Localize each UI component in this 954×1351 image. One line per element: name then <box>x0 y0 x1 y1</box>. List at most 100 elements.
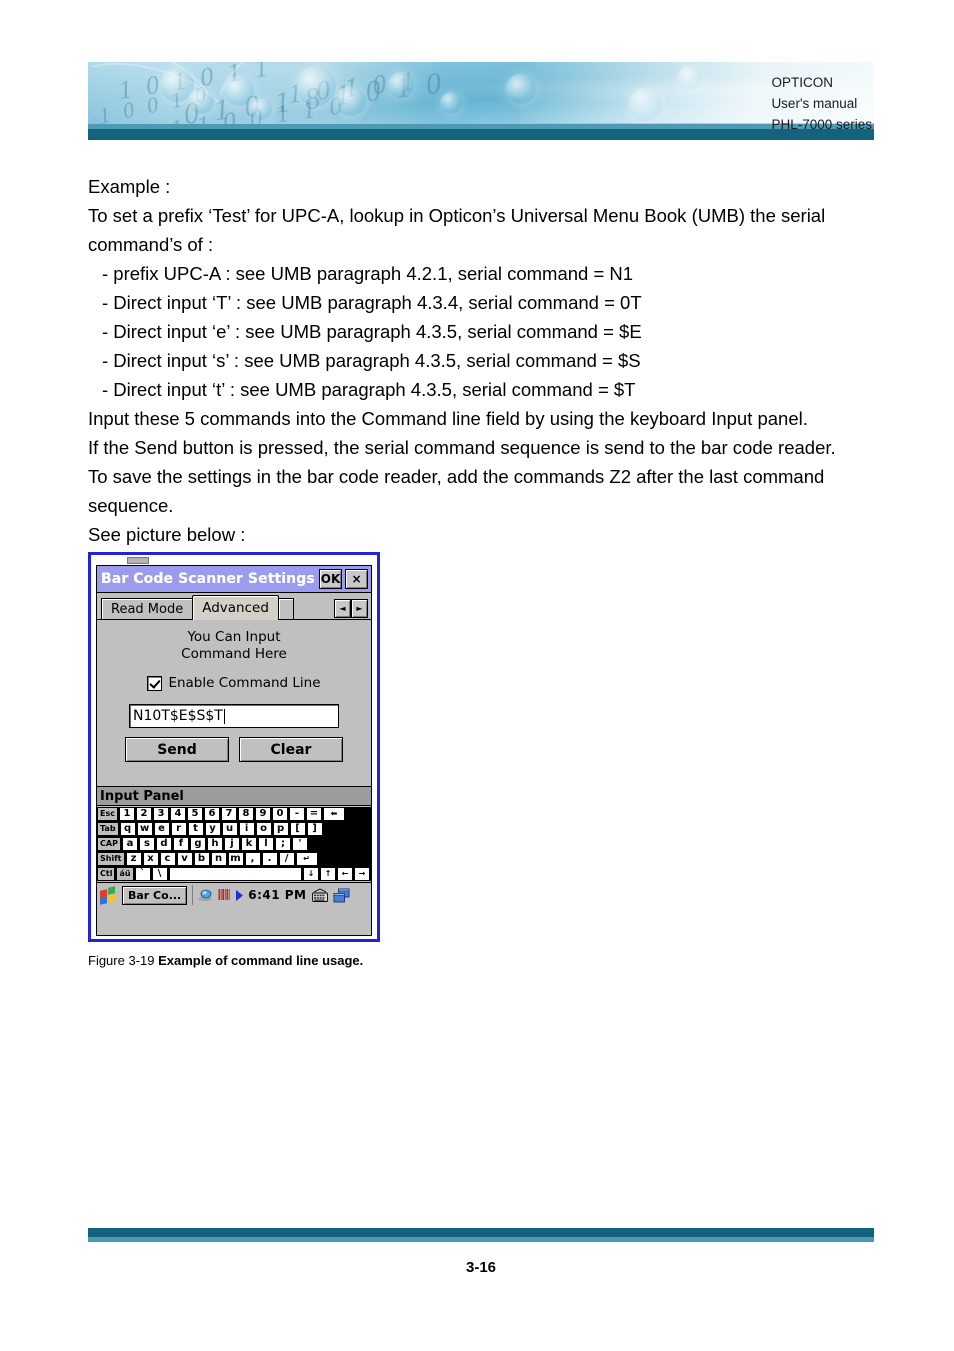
send-button[interactable]: Send <box>125 737 229 762</box>
key-k[interactable]: k <box>240 837 257 851</box>
keyboard-icon[interactable] <box>311 887 329 903</box>
key-accent[interactable]: áü <box>116 867 134 881</box>
key-n[interactable]: n <box>210 852 227 866</box>
key-d[interactable]: d <box>155 837 172 851</box>
key-5[interactable]: 5 <box>186 807 203 821</box>
tab-advanced[interactable]: Advanced <box>192 595 279 620</box>
pda-device-frame: Bar Code Scanner Settings OK × Read Mode… <box>88 552 380 942</box>
header-identification: OPTICON User's manual PHL-7000 series <box>771 72 872 135</box>
key-comma[interactable]: , <box>244 852 261 866</box>
key-3[interactable]: 3 <box>152 807 169 821</box>
key-r[interactable]: r <box>170 822 187 836</box>
key-a[interactable]: a <box>121 837 138 851</box>
switch-windows-icon[interactable] <box>333 888 350 903</box>
key-x[interactable]: x <box>142 852 159 866</box>
start-menu-icon[interactable] <box>99 885 119 905</box>
key-v[interactable]: v <box>176 852 193 866</box>
close-icon[interactable]: × <box>345 569 368 589</box>
key-esc[interactable]: Esc <box>97 807 118 821</box>
key-2[interactable]: 2 <box>135 807 152 821</box>
key-backtick[interactable]: ` <box>134 867 151 881</box>
key-f[interactable]: f <box>172 837 189 851</box>
key-t[interactable]: t <box>187 822 204 836</box>
key-l[interactable]: l <box>257 837 274 851</box>
key-tab[interactable]: Tab <box>97 822 119 836</box>
key-quote[interactable]: ' <box>291 837 308 851</box>
panel-buttons: Send Clear <box>97 737 371 762</box>
panel-hint-line2: Command Here <box>181 646 287 662</box>
key-e[interactable]: e <box>153 822 170 836</box>
key-0[interactable]: 0 <box>271 807 288 821</box>
enable-command-line-checkbox[interactable] <box>147 675 163 691</box>
tab-scroll-right-icon[interactable]: ► <box>351 599 368 618</box>
key-y[interactable]: y <box>204 822 221 836</box>
body-line: sequence. <box>88 495 174 516</box>
command-line-input[interactable]: N10T$E$S$T <box>129 704 339 728</box>
pda-screen: Bar Code Scanner Settings OK × Read Mode… <box>96 565 372 936</box>
key-c[interactable]: c <box>159 852 176 866</box>
taskbar-task-button[interactable]: Bar Co... <box>122 885 188 905</box>
key-backslash[interactable]: \ <box>151 867 168 881</box>
key-space[interactable] <box>168 867 302 881</box>
key-slash[interactable]: / <box>278 852 295 866</box>
text-caret <box>223 708 225 724</box>
body-line: To save the settings in the bar code rea… <box>88 466 825 487</box>
clock-time[interactable]: 6:41 PM <box>248 888 306 902</box>
key-w[interactable]: w <box>136 822 153 836</box>
key-ctrl[interactable]: Ctl <box>97 867 116 881</box>
key-arrow-right-icon[interactable]: → <box>354 867 370 881</box>
header-doc-type: User's manual <box>771 96 858 111</box>
key-h[interactable]: h <box>206 837 223 851</box>
ok-button[interactable]: OK <box>319 569 342 589</box>
key-s[interactable]: s <box>138 837 155 851</box>
key-arrow-up-icon[interactable]: ↑ <box>320 867 336 881</box>
pda-screenshot-figure: Bar Code Scanner Settings OK × Read Mode… <box>88 552 384 948</box>
figure-caption: Figure 3-19 Example of command line usag… <box>88 953 363 968</box>
key-semicolon[interactable]: ; <box>274 837 291 851</box>
key-minus[interactable]: - <box>288 807 305 821</box>
barcode-icon[interactable] <box>218 888 232 902</box>
banner-bubble <box>224 76 254 106</box>
key-enter-icon[interactable]: ↵ <box>295 852 318 866</box>
key-arrow-left-icon[interactable]: ← <box>337 867 353 881</box>
panel-hint-line1: You Can Input <box>187 629 281 645</box>
clear-button[interactable]: Clear <box>239 737 343 762</box>
key-m[interactable]: m <box>227 852 244 866</box>
banner-bubble <box>336 86 366 116</box>
key-6[interactable]: 6 <box>203 807 220 821</box>
key-caps[interactable]: CAP <box>97 837 121 851</box>
key-period[interactable]: . <box>261 852 278 866</box>
connection-icon[interactable] <box>198 889 214 902</box>
body-line: Input these 5 commands into the Command … <box>88 408 808 429</box>
key-g[interactable]: g <box>189 837 206 851</box>
key-o[interactable]: o <box>255 822 272 836</box>
key-9[interactable]: 9 <box>254 807 271 821</box>
key-b[interactable]: b <box>193 852 210 866</box>
key-4[interactable]: 4 <box>169 807 186 821</box>
key-p[interactable]: p <box>272 822 289 836</box>
key-u[interactable]: u <box>221 822 238 836</box>
key-q[interactable]: q <box>119 822 136 836</box>
key-8[interactable]: 8 <box>237 807 254 821</box>
key-shift[interactable]: Shift <box>97 852 125 866</box>
tab-read-mode[interactable]: Read Mode <box>101 598 194 620</box>
key-equals[interactable]: = <box>305 807 322 821</box>
key-i[interactable]: i <box>238 822 255 836</box>
body-bullet: - prefix UPC-A : see UMB paragraph 4.2.1… <box>102 263 634 284</box>
key-z[interactable]: z <box>125 852 142 866</box>
enable-command-line-row[interactable]: Enable Command Line <box>97 675 371 691</box>
key-arrow-down-icon[interactable]: ↓ <box>303 867 319 881</box>
key-j[interactable]: j <box>223 837 240 851</box>
key-7[interactable]: 7 <box>220 807 237 821</box>
footer-rule-light <box>88 1237 874 1242</box>
tab-scroll-left-icon[interactable]: ◄ <box>334 599 351 618</box>
page-footer: 3-16 <box>88 1228 874 1276</box>
banner-bubble <box>296 66 336 106</box>
dialog-title-bar: Bar Code Scanner Settings OK × <box>97 566 371 593</box>
play-triangle-icon[interactable] <box>236 889 244 901</box>
key-backspace-icon[interactable]: ⬅ <box>322 807 345 821</box>
key-1[interactable]: 1 <box>118 807 135 821</box>
key-bracket-right[interactable]: ] <box>306 822 323 836</box>
key-bracket-left[interactable]: [ <box>289 822 306 836</box>
page-number: 3-16 <box>465 1259 497 1276</box>
